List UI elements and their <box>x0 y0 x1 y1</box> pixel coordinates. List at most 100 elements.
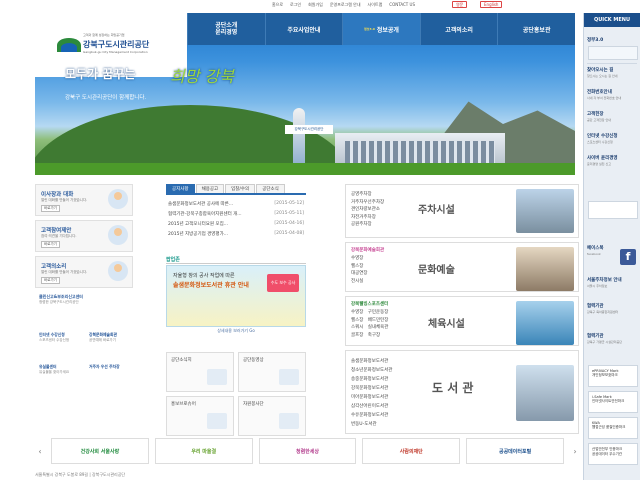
language-button-2[interactable]: English <box>480 1 503 8</box>
popup-line-1: 자율형 창의 공사 작업에 따른 <box>173 273 235 279</box>
ceo-talk-button[interactable]: 바로가기 <box>41 205 60 212</box>
quick-item-directions[interactable]: 찾아오시는 길 찾으시는 오시는 길 안내 <box>587 67 639 78</box>
tab-recruit[interactable]: 채용공고 <box>195 184 225 193</box>
nav-promo[interactable]: 공단홍보관 <box>497 13 575 45</box>
facility-sports-brand: 강북웰빙스포츠센터 <box>351 302 389 307</box>
list-item[interactable]: 2015년 고객모니터요원 모집... [2015-04-16] <box>166 219 306 229</box>
newsletter-icon <box>207 369 227 385</box>
link-register[interactable]: 인터넷 수강신청 스포츠센터 수강신청 <box>39 332 69 343</box>
tab-bidding[interactable]: 입찰/수의 <box>225 184 256 193</box>
person-icon <box>108 225 128 245</box>
shortcut-brochure[interactable]: 홍보브로슈어 <box>166 396 234 436</box>
quick-item-ethics[interactable]: 사이버 윤리경영 윤리경영 실천 신고 <box>587 155 639 166</box>
util-login-link[interactable]: 로그인 <box>290 2 301 8</box>
safety-mark[interactable]: 산업안전부 인증마크 공공데이터 우수기관 <box>588 443 638 465</box>
nav-voice[interactable]: 고객의소리 <box>419 13 498 45</box>
shortcut-video[interactable]: 공단동영상 <box>238 352 306 392</box>
banner-next-icon[interactable]: › <box>569 438 580 464</box>
quick-item-register[interactable]: 인터넷 수강신청 스포츠센터 수강신청 <box>587 133 639 144</box>
quick-item-partner-1[interactable]: 협력기관 강북구 육아종합지원센터 <box>587 303 639 314</box>
banner-4[interactable]: 사람의재단 <box>362 438 461 464</box>
util-sitemap-link[interactable]: 사이트맵 <box>368 2 383 8</box>
facility-library-list: 솔샘문화정보도서관 청소년문화정보도서관 송중문화정보도서관 강북문화정보도서관… <box>351 359 393 427</box>
logo-subtitle: Gangbuk-gu City Management Corporation <box>83 50 148 54</box>
ceo-talk-title: 이사장과 대화 <box>41 192 74 198</box>
person-icon <box>108 261 128 281</box>
facebook-icon[interactable]: f <box>620 249 636 265</box>
logo-emblem-icon <box>57 38 81 52</box>
facility-sports-list: 수영장 구민운동장 헬스장 배드민턴장 스쿼시 실내체육관 골프장 축구장 <box>351 310 389 338</box>
banner-5[interactable]: 공공데이터포털 <box>466 438 564 464</box>
banner-2[interactable]: 우리 마을결 <box>154 438 253 464</box>
nav-business[interactable]: 주요사업안내 <box>264 13 343 45</box>
banner-3[interactable]: 청렴한세상 <box>258 438 357 464</box>
proposal-box[interactable]: 고객참여제안 참여·의견을 기다립니다. 바로가기 <box>35 220 133 252</box>
customer-voice-title: 고객의소리 <box>41 264 67 270</box>
customer-voice-box[interactable]: 고객의소리 열린 대화를 만들어 가겠습니다. 바로가기 <box>35 256 133 288</box>
facility-parking[interactable]: 공영주차장 거주자우선주차장 견인차량보관소 자전거주차장 공원주차장 주차시설 <box>345 184 579 238</box>
customer-voice-button[interactable]: 바로가기 <box>41 277 60 284</box>
clean-report-center[interactable]: 클린신고&부조리신고센터 청렴한 강북구도시관리공단 <box>39 294 83 305</box>
divider <box>587 63 637 64</box>
quick-menu: QUICK MENU 정부3.0 찾아오시는 길 찾으시는 오시는 길 안내 전화… <box>583 13 640 480</box>
kwa-mark[interactable]: KWA 웹접근성 품질인증마크 <box>588 417 638 439</box>
quick-item-gov30[interactable]: 정부3.0 <box>587 37 639 43</box>
popup-zone: 팝업존 자율형 창의 공사 작업에 따른 솔샘문화정보도서관 휴관 안내 수도 … <box>166 256 306 336</box>
quick-item-charter[interactable]: 고객헌장 공단 고객헌장 안내 <box>587 111 639 122</box>
util-contact-link[interactable]: CONTACT US <box>389 2 415 8</box>
banner-prev-icon[interactable]: ‹ <box>35 438 45 464</box>
list-item[interactable]: 2015년 지방공기업 경영평가... [2015-04-08] <box>166 229 306 239</box>
utility-bar: 홈으로 로그인 회원가입 운영프로그램 안내 사이트맵 CONTACT US 영… <box>0 0 580 10</box>
popup-badge: 수도 보수 공사 <box>267 274 299 292</box>
link-arts-center[interactable]: 강북문화예술회관 공연예매 바로가기 <box>89 332 117 343</box>
util-program-link[interactable]: 운영프로그램 안내 <box>330 2 361 8</box>
footer: 서울특별시 강북구 도봉로 89길 | 강북구도시관리공단 <box>35 472 126 477</box>
language-button-1[interactable]: 영문 <box>452 1 468 8</box>
banner-1[interactable]: 건강사회 서울사랑 <box>51 438 149 464</box>
hero-banner: 강북구도시관리공단 고객과 함께 성장하는 희망공기업 강북구도시관리공단 Ga… <box>35 13 575 175</box>
pool-photo <box>516 301 574 345</box>
facility-sports[interactable]: 강북웰빙스포츠센터 수영장 구민운동장 헬스장 배드민턴장 스쿼시 실내체육관 … <box>345 296 579 346</box>
proposal-desc: 참여·의견을 기다립니다. <box>41 234 77 238</box>
brochure-icon <box>207 413 227 429</box>
proposal-button[interactable]: 바로가기 <box>41 241 60 248</box>
customer-voice-desc: 열린 대화를 만들어 가겠습니다. <box>41 270 88 274</box>
nav-about[interactable]: 공단소개 윤리경영 <box>187 13 265 45</box>
facility-library[interactable]: 솔샘문화정보도서관 청소년문화정보도서관 송중문화정보도서관 강북문화정보도서관… <box>345 350 579 434</box>
facility-parking-title: 주차시설 <box>418 205 455 216</box>
parking-photo <box>516 189 574 233</box>
popup-detail-link[interactable]: 상세내용 보러가기 Go <box>166 328 306 334</box>
nav-info-badge: 정보3.0 <box>364 27 375 31</box>
quick-menu-title: QUICK MENU <box>584 13 640 27</box>
tab-news[interactable]: 공단소식 <box>256 184 285 193</box>
tab-notice[interactable]: 공지사항 <box>166 184 195 193</box>
ethics-banner[interactable] <box>588 201 638 219</box>
nav-info[interactable]: 정보3.0 정보공개 <box>342 13 420 45</box>
hero-greeting: 강북구 도시관리공단이 함께합니다. <box>65 95 147 101</box>
shortcut-newsletter[interactable]: 공단소식지 <box>166 352 234 392</box>
facility-library-title: 도 서 관 <box>432 381 474 395</box>
nav-info-label: 정보공개 <box>376 26 399 34</box>
logo-title: 강북구도시관리공단 <box>83 40 150 49</box>
volunteer-icon <box>279 413 299 429</box>
popup-zone-title: 팝업존 <box>166 256 306 264</box>
list-item[interactable]: 솔샘문화정보도서관 공사에 따른... [2015-05-12] <box>166 199 306 209</box>
main-nav: 공단소개 윤리경영 주요사업안내 정보3.0 정보공개 고객의소리 공단홍보관 <box>187 13 575 45</box>
list-item[interactable]: 협력기관-강북구종합육아지원센터 개... [2015-05-11] <box>166 209 306 219</box>
ceo-talk-desc: 열린 대화를 만들어 가겠습니다. <box>41 198 88 202</box>
facility-culture[interactable]: 강북문화예술회관 수영장 헬스장 대공연장 전시실 문화예술 <box>345 242 579 292</box>
quick-item-phone[interactable]: 전화번호안내 사내 각 부서 전화번호 안내 <box>587 89 639 100</box>
isafe-mark[interactable]: i-Safe Mark 인터넷사이트안전마크 <box>588 391 638 413</box>
quick-item-partner-2[interactable]: 협력기관 강북구 가평군 시설관리공단 <box>587 333 639 344</box>
shortcut-volunteer[interactable]: 자원봉사단 <box>238 396 306 436</box>
quick-item-parking[interactable]: 서울주차정보 안내 서울시 주차정보 <box>587 277 639 288</box>
arts-center-photo <box>516 247 574 291</box>
popup-banner[interactable]: 자율형 창의 공사 작업에 따른 솔샘문화정보도서관 휴관 안내 수도 보수 공… <box>166 265 306 327</box>
link-resident-parking[interactable]: 거주자 우선 주차장 <box>89 364 120 370</box>
link-lost-found[interactable]: 유실물센터 유실물을 찾아가세요 <box>39 364 69 375</box>
util-home-link[interactable]: 홈으로 <box>272 2 283 8</box>
ceo-talk-box[interactable]: 이사장과 대화 열린 대화를 만들어 가겠습니다. 바로가기 <box>35 184 133 216</box>
facility-culture-brand: 강북문화예술회관 <box>351 248 385 253</box>
eprivacy-mark[interactable]: ePRIVACY Mark 개인정보보호마크 <box>588 365 638 387</box>
util-join-link[interactable]: 회원가입 <box>308 2 323 8</box>
